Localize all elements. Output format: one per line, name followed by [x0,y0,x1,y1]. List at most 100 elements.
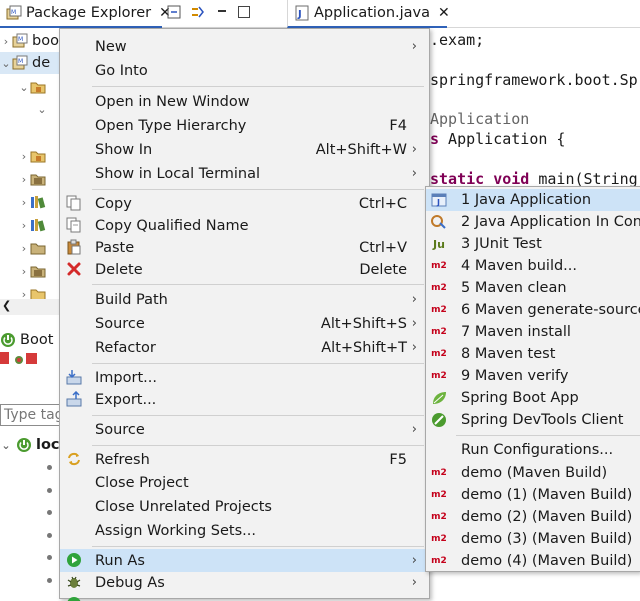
submenu-item-maven-install[interactable]: m2 7 Maven install [426,321,640,343]
menu-item-copy[interactable]: Copy Ctrl+C [60,192,429,215]
submenu-item-demo-maven-build[interactable]: m2 demo (Maven Build) [426,462,640,484]
submenu-item-demo-4-maven-build[interactable]: m2 demo (4) (Maven Build) [426,550,640,571]
code-annotation: Application [430,110,530,128]
submenu-item-label: Run Configurations... [461,442,614,458]
submenu-item-demo-1-maven-build[interactable]: m2 demo (1) (Maven Build) [426,484,640,506]
submenu-item-maven-verify[interactable]: m2 9 Maven verify [426,365,640,387]
horizontal-scrollbar[interactable]: ❮ [0,299,60,315]
source-folder-icon [30,148,46,164]
tab-package-explorer[interactable]: M Package Explorer ✕ [0,0,171,28]
menu-item-label: Build Path [95,291,168,308]
menu-separator [92,546,424,547]
submenu-item-label: 7 Maven install [461,324,571,340]
maximize-icon[interactable] [238,6,250,18]
tree-item-package[interactable]: ⌄ [36,98,48,120]
menu-item-open-type-hierarchy[interactable]: Open Type Hierarchy F4 [60,114,429,137]
tree-item-project-1[interactable]: › M boo [0,30,59,52]
menu-item-show-local-terminal[interactable]: Show in Local Terminal › [60,162,429,185]
close-icon[interactable]: ✕ [438,5,450,21]
chevron-down-icon[interactable]: ⌄ [18,81,30,94]
tree-item-project-2[interactable]: ⌄ M de [0,52,60,74]
menu-item-paste[interactable]: Paste Ctrl+V [60,236,429,259]
menu-item-label: Show in Local Terminal [95,165,261,182]
start-icon[interactable] [0,352,9,364]
tree-item-folder-1[interactable]: › [18,145,46,167]
package-explorer-toolbar [166,4,250,20]
menu-item-copy-qualified-name[interactable]: Copy Qualified Name [60,214,429,237]
junit-icon: Ju [433,237,445,251]
menu-item-import[interactable]: Import... [60,366,429,389]
menu-item-refresh[interactable]: Refresh F5 [60,448,429,471]
link-with-editor-icon[interactable] [190,4,206,20]
view-tab-bar: M Package Explorer ✕ J Application.java … [0,0,640,28]
chevron-right-icon[interactable]: › [18,219,30,232]
menu-item-label: Paste [95,239,135,256]
submenu-item-spring-boot-app[interactable]: Spring Boot App [426,387,640,409]
chevron-right-icon[interactable]: › [18,196,30,209]
submenu-item-spring-devtools-client[interactable]: Spring DevTools Client [426,409,640,431]
menu-item-profile-partial[interactable] [60,593,429,601]
submenu-item-java-application[interactable]: J 1 Java Application [426,189,640,211]
menu-item-show-in[interactable]: Show In Alt+Shift+W › [60,138,429,161]
menu-item-debug-as[interactable]: Debug As › [60,571,429,594]
submenu-item-maven-clean[interactable]: m2 5 Maven clean [426,277,640,299]
chevron-right-icon[interactable]: › [18,265,30,278]
tree-item-folder-3[interactable]: › [18,237,46,259]
menu-item-source-2[interactable]: Source › [60,418,429,441]
tag-filter-input[interactable]: Type tag [0,404,60,426]
tab-application-java[interactable]: J Application.java ✕ [287,0,450,28]
submenu-item-run-configurations[interactable]: Run Configurations... [426,439,640,461]
chevron-right-icon[interactable]: › [0,35,12,48]
submenu-item-maven-generate-sources[interactable]: m2 6 Maven generate-sources [426,299,640,321]
menu-item-assign-working-sets[interactable]: Assign Working Sets... [60,519,429,542]
chevron-right-icon: › [411,553,417,568]
tree-item-library-2[interactable]: › [18,214,46,236]
submenu-item-maven-test[interactable]: m2 8 Maven test [426,343,640,365]
local-node[interactable]: ⌄ loc [0,434,59,456]
refresh-icon [66,451,82,467]
submenu-item-java-application-content[interactable]: 2 Java Application In Cont [426,211,640,233]
chevron-down-icon[interactable]: ⌄ [36,103,48,116]
chevron-right-icon[interactable]: › [18,173,30,186]
menu-item-open-new-window[interactable]: Open in New Window [60,90,429,113]
menu-item-label: Debug As [95,574,165,591]
package-explorer-icon: M [6,5,22,21]
menu-item-close-project[interactable]: Close Project [60,471,429,494]
stop-icon[interactable] [26,353,37,364]
folder-icon [30,240,46,256]
tree-item-source-folder[interactable]: ⌄ [18,76,46,98]
collapse-all-icon[interactable] [166,4,182,20]
menu-item-refactor[interactable]: Refactor Alt+Shift+T › [60,336,429,359]
submenu-item-demo-3-maven-build[interactable]: m2 demo (3) (Maven Build) [426,528,640,550]
maven-project-icon: M [12,55,28,71]
app-bullet [47,555,52,560]
submenu-item-maven-build[interactable]: m2 4 Maven build... [426,255,640,277]
maven-icon: m2 [431,349,447,359]
menu-item-label: Export... [95,391,157,408]
menu-item-run-as[interactable]: Run As › [60,549,429,572]
spring-devtools-icon [431,412,447,428]
menu-item-new[interactable]: New › [60,35,429,58]
menu-item-close-unrelated-projects[interactable]: Close Unrelated Projects [60,495,429,518]
tree-item-library-1[interactable]: › [18,191,46,213]
submenu-item-junit-test[interactable]: Ju 3 JUnit Test [426,233,640,255]
view-menu-icon[interactable] [214,4,230,20]
menu-item-label: Assign Working Sets... [95,522,257,539]
menu-item-source[interactable]: Source Alt+Shift+S › [60,312,429,335]
chevron-down-icon[interactable]: ⌄ [0,439,12,452]
chevron-right-icon[interactable]: › [18,242,30,255]
menu-item-accelerator: Alt+Shift+S [320,315,407,332]
menu-item-build-path[interactable]: Build Path › [60,288,429,311]
debug-icon[interactable] [12,352,23,364]
scroll-left-icon[interactable]: ❮ [2,299,11,312]
submenu-item-demo-2-maven-build[interactable]: m2 demo (2) (Maven Build) [426,506,640,528]
menu-item-label: Refresh [95,451,150,468]
maven-icon: m2 [431,556,447,566]
tree-item-folder-2[interactable]: › [18,168,46,190]
menu-item-export[interactable]: Export... [60,388,429,411]
tree-item-folder-4[interactable]: › [18,260,46,282]
chevron-down-icon[interactable]: ⌄ [0,57,12,70]
menu-item-delete[interactable]: Delete Delete [60,258,429,281]
chevron-right-icon[interactable]: › [18,150,30,163]
menu-item-go-into[interactable]: Go Into [60,59,429,82]
